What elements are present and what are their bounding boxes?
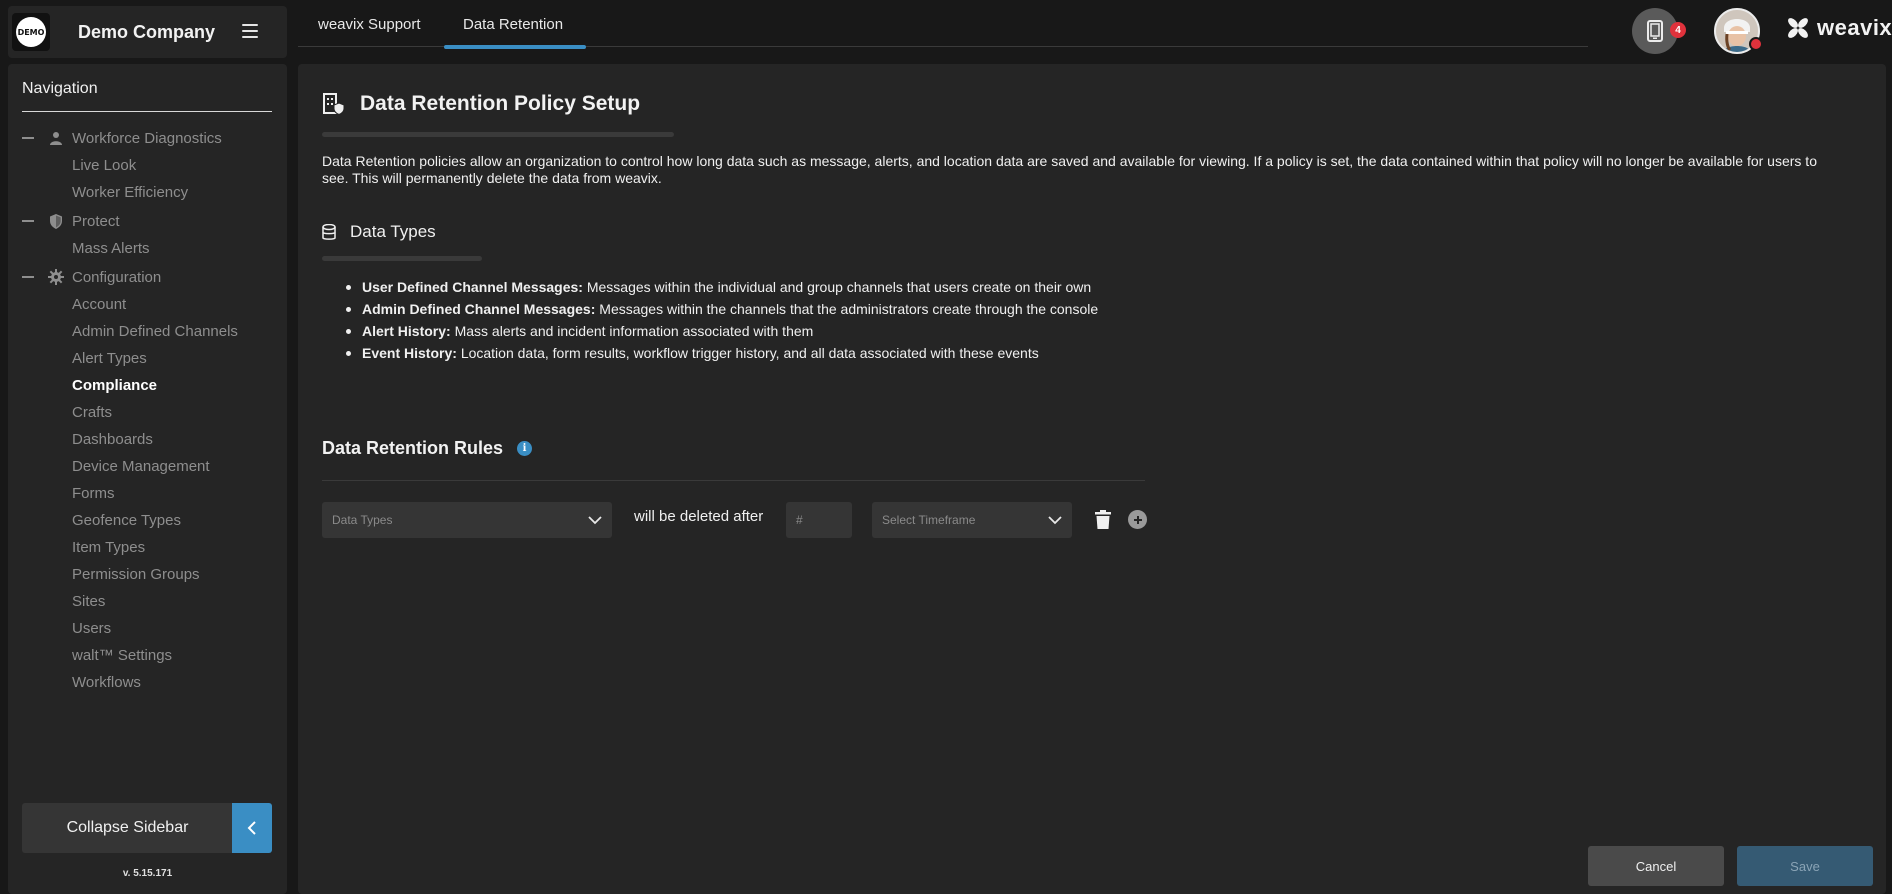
sidebar-item-crafts[interactable]: Crafts — [72, 403, 112, 423]
data-types-header: Data Types — [322, 222, 436, 242]
page-title: Data Retention Policy Setup — [360, 92, 641, 115]
data-type-desc: Messages within the individual and group… — [586, 279, 1092, 295]
delete-rule-button[interactable] — [1095, 510, 1111, 534]
collapse-dash-icon — [22, 220, 34, 222]
person-icon — [48, 130, 64, 146]
sidebar-item-permission-groups[interactable]: Permission Groups — [72, 565, 200, 585]
list-item: Admin Defined Channel Messages: Messages… — [338, 298, 1098, 320]
weavix-logo-icon — [1788, 18, 1808, 38]
nav-group-label: Configuration — [72, 268, 162, 286]
sidebar-item-geofence-types[interactable]: Geofence Types — [72, 511, 181, 531]
nav-group-workforce-diagnostics[interactable]: Workforce Diagnostics — [22, 128, 222, 148]
timeframe-select[interactable]: Select Timeframe — [872, 502, 1072, 538]
sidebar-item-users[interactable]: Users — [72, 619, 111, 639]
list-item: Alert History: Mass alerts and incident … — [338, 320, 1098, 342]
info-icon[interactable]: i — [517, 441, 533, 456]
sidebar-item-walt-settings[interactable]: walt™ Settings — [72, 646, 172, 666]
notification-badge: 4 — [1670, 22, 1686, 38]
collapse-dash-icon — [22, 276, 34, 278]
timeframe-select-value: Select Timeframe — [882, 513, 976, 527]
list-item: User Defined Channel Messages: Messages … — [338, 276, 1098, 298]
collapse-sidebar-arrow-button[interactable] — [232, 803, 272, 853]
sidebar-item-compliance[interactable]: Compliance — [72, 376, 157, 396]
page-header: Data Retention Policy Setup — [322, 92, 640, 116]
main-panel: Data Retention Policy Setup Data Retenti… — [298, 64, 1886, 894]
chevron-left-icon — [247, 821, 256, 835]
data-type-desc: Mass alerts and incident information ass… — [454, 323, 814, 339]
app-version: v. 5.15.171 — [122, 868, 173, 879]
brand-name: weavix — [1817, 15, 1892, 40]
nav-group-label: Workforce Diagnostics — [72, 129, 222, 147]
title-underline — [322, 132, 674, 137]
nav-group-label: Protect — [72, 212, 120, 230]
section-underline — [322, 256, 482, 261]
brand-logo: weavix — [1785, 15, 1892, 41]
tab-data-retention[interactable]: Data Retention — [463, 16, 563, 33]
sidebar-item-device-management[interactable]: Device Management — [72, 457, 210, 477]
cancel-button[interactable]: Cancel — [1588, 846, 1724, 886]
retention-number-input[interactable] — [786, 502, 852, 538]
company-logo-text: DEMO — [16, 17, 46, 47]
status-dot — [1749, 37, 1763, 51]
trash-icon — [1095, 510, 1111, 529]
save-button[interactable]: Save — [1737, 846, 1873, 886]
rules-divider — [322, 480, 1145, 481]
sidebar-item-account[interactable]: Account — [72, 295, 126, 315]
mobile-device-icon — [1647, 20, 1663, 42]
nav-group-protect[interactable]: Protect — [22, 211, 120, 231]
chevron-down-icon — [1048, 516, 1062, 525]
nav-group-configuration[interactable]: Configuration — [22, 267, 161, 287]
sidebar-item-item-types[interactable]: Item Types — [72, 538, 145, 558]
data-types-list: User Defined Channel Messages: Messages … — [338, 276, 1098, 364]
gear-icon — [48, 269, 64, 285]
data-types-select[interactable]: Data Types — [322, 502, 612, 538]
rules-header: Data Retention Rules i — [322, 438, 533, 459]
sidebar-item-sites[interactable]: Sites — [72, 592, 105, 612]
data-type-term: User Defined Channel Messages: — [362, 279, 583, 295]
sidebar: Navigation Workforce Diagnostics Live Lo… — [8, 64, 287, 894]
database-icon — [322, 223, 336, 240]
data-type-desc: Messages within the channels that the ad… — [599, 301, 1099, 317]
collapse-sidebar-button[interactable]: Collapse Sidebar — [22, 803, 233, 853]
sidebar-item-live-look[interactable]: Live Look — [72, 156, 136, 176]
add-rule-button[interactable] — [1128, 510, 1147, 529]
rules-title: Data Retention Rules — [322, 438, 504, 458]
plus-icon — [1133, 515, 1142, 524]
data-types-title: Data Types — [350, 222, 436, 241]
sidebar-item-forms[interactable]: Forms — [72, 484, 115, 504]
sidebar-item-worker-efficiency[interactable]: Worker Efficiency — [72, 183, 188, 203]
data-type-term: Event History: — [362, 345, 457, 361]
data-type-term: Alert History: — [362, 323, 451, 339]
data-types-select-value: Data Types — [332, 513, 393, 527]
policy-description: Data Retention policies allow an organiz… — [322, 153, 1817, 186]
nav-divider — [22, 111, 272, 112]
active-tab-indicator — [444, 45, 586, 49]
company-logo: DEMO — [12, 13, 50, 51]
chevron-down-icon — [588, 516, 602, 525]
sidebar-item-dashboards[interactable]: Dashboards — [72, 430, 153, 450]
sidebar-item-workflows[interactable]: Workflows — [72, 673, 141, 693]
building-shield-icon — [323, 93, 345, 116]
company-name: Demo Company — [78, 22, 216, 42]
hamburger-menu-icon[interactable] — [242, 24, 258, 38]
navigation-title: Navigation — [22, 80, 98, 97]
sidebar-item-admin-defined-channels[interactable]: Admin Defined Channels — [72, 322, 238, 342]
tab-weavix-support[interactable]: weavix Support — [318, 16, 421, 33]
company-header: DEMO Demo Company — [8, 6, 287, 58]
shield-icon — [48, 213, 64, 229]
collapse-dash-icon — [22, 137, 34, 139]
deleted-after-label: will be deleted after — [634, 508, 764, 525]
data-type-desc: Location data, form results, workflow tr… — [460, 345, 1039, 361]
sidebar-item-mass-alerts[interactable]: Mass Alerts — [72, 239, 150, 259]
data-type-term: Admin Defined Channel Messages: — [362, 301, 596, 317]
list-item: Event History: Location data, form resul… — [338, 342, 1098, 364]
sidebar-item-alert-types[interactable]: Alert Types — [72, 349, 147, 369]
